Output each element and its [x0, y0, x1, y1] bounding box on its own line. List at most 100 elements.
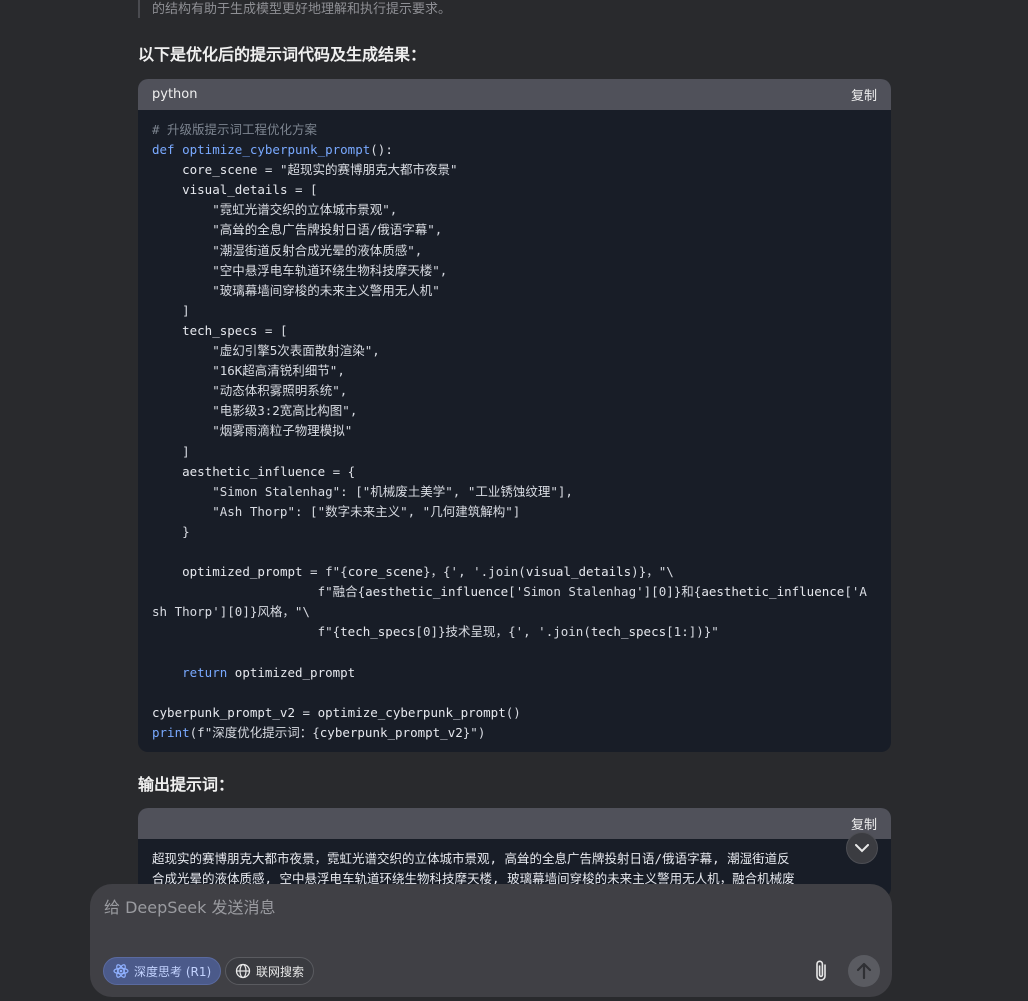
code-token: sh Thorp'	[152, 604, 220, 620]
paperclip-icon	[816, 960, 826, 981]
attach-file-button[interactable]	[810, 958, 834, 984]
code-content: # 升级版提示词工程优化方案 def optimize_cyberpunk_pro…	[138, 110, 891, 743]
code-token: ]}	[242, 604, 258, 620]
code-token: aesthetic_influence	[365, 584, 509, 600]
code-block-header: python 复制	[138, 79, 891, 110]
code-line: "动态体积雾照明系统",	[152, 381, 877, 401]
code-token: .join(	[545, 624, 591, 640]
web-search-label: 联网搜索	[256, 964, 305, 979]
code-token: ', '	[515, 624, 546, 640]
code-line: print(f"深度优化提示词：{cyberpunk_prompt_v2}")	[152, 723, 877, 743]
code-token: core_scene	[347, 564, 423, 580]
code-token: ', '	[450, 564, 481, 580]
copy-output-button[interactable]: 复制	[851, 814, 877, 833]
code-token: = [	[257, 322, 288, 338]
arrow-up-icon	[856, 962, 872, 980]
deep-think-toggle[interactable]: 深度思考 (R1)	[103, 957, 222, 985]
code-line: core_scene = "超现实的赛博朋克大都市夜景"	[152, 160, 877, 180]
code-token: }	[422, 564, 431, 580]
code-line: optimized_prompt = f"{core_scene}，{', '.…	[152, 562, 877, 582]
copy-code-button[interactable]: 复制	[851, 85, 877, 104]
code-token: 'Simon Stalenhag'	[515, 584, 644, 600]
code-token: 'A	[851, 584, 867, 600]
code-token: ]	[152, 443, 190, 459]
code-token: 技术呈现，	[445, 624, 509, 640]
code-line: ]	[152, 301, 877, 321]
code-token: }	[152, 523, 190, 539]
code-line: "空中悬浮电车轨道环绕生物科技摩天楼",	[152, 261, 877, 281]
code-line: "高耸的全息广告牌投射日语/俄语字幕",	[152, 220, 877, 240]
message-input[interactable]	[104, 898, 804, 917]
code-token: "16K超高清锐利细节",	[152, 363, 345, 379]
code-token: # 升级版提示词工程优化方案	[152, 122, 318, 137]
code-token: return	[182, 664, 235, 680]
code-line: "电影级3:2宽高比构图",	[152, 401, 877, 421]
code-token: "超现实的赛博朋克大都市夜景"	[279, 162, 458, 178]
send-button[interactable]	[848, 955, 880, 987]
code-token: ][	[643, 584, 659, 600]
code-token: f"	[152, 624, 333, 640]
code-token: ]	[152, 302, 190, 318]
scroll-to-bottom-button[interactable]	[846, 832, 878, 864]
blockquote-bar	[138, 0, 140, 18]
atom-icon	[113, 964, 129, 978]
code-line: "Ash Thorp": ["数字未来主义", "几何建筑解构"]	[152, 502, 877, 522]
code-token: "机械废土美学", "工业锈蚀纹理"	[362, 483, 558, 499]
code-token: {	[312, 724, 320, 740]
code-token: =	[302, 564, 326, 580]
code-token: .join(	[480, 564, 526, 580]
blockquote-text: 的结构有助于生成模型更好地理解和执行提示要求。	[152, 2, 452, 17]
code-token: "数字未来主义", "几何建筑解构"	[317, 503, 513, 519]
code-line: "虚幻引擎5次表面散射渲染",	[152, 341, 877, 361]
code-line: cyberpunk_prompt_v2 = optimize_cyberpunk…	[152, 703, 877, 723]
code-token: : [	[295, 503, 318, 519]
deep-think-label: 深度思考 (R1)	[134, 964, 212, 979]
section-heading-output: 输出提示词：	[138, 775, 235, 794]
globe-icon	[235, 963, 251, 979]
code-token: optimize_cyberpunk_prompt	[317, 704, 506, 720]
chevron-down-icon	[855, 843, 869, 852]
code-token: [	[844, 584, 852, 600]
code-line: "玻璃幕墙间穿梭的未来主义警用无人机"	[152, 281, 877, 301]
code-token: "烟雾雨滴粒子物理模拟"	[152, 423, 353, 439]
code-token: )}	[631, 564, 647, 580]
code-token: f"深度优化提示词：	[197, 724, 313, 740]
code-token: 风格，"\	[257, 604, 310, 620]
code-token: cyberpunk_prompt_v2	[319, 724, 463, 740]
code-token: {	[508, 624, 516, 640]
code-token: "	[470, 724, 478, 740]
code-token: "	[711, 624, 719, 640]
web-search-toggle[interactable]: 联网搜索	[225, 957, 315, 985]
code-token: "潮湿街道反射合成光晕的液体质感",	[152, 242, 423, 258]
code-token: def	[152, 142, 183, 158]
code-token: = [	[287, 182, 318, 198]
code-language-label: python	[152, 87, 198, 102]
output-content: 超现实的赛博朋克大都市夜景，霓虹光谱交织的立体城市景观, 高耸的全息广告牌投射日…	[138, 839, 891, 889]
output-line: 超现实的赛博朋克大都市夜景，霓虹光谱交织的立体城市景观, 高耸的全息广告牌投射日…	[152, 851, 790, 866]
code-line: "Simon Stalenhag": ["机械废土美学", "工业锈蚀纹理"],	[152, 482, 877, 502]
code-token: 和	[681, 584, 694, 600]
message-composer: 深度思考 (R1) 联网搜索	[90, 884, 892, 997]
code-token: ],	[557, 483, 573, 499]
code-line: f"{tech_specs[0]}技术呈现，{', '.join(tech_sp…	[152, 622, 877, 642]
code-token: {	[340, 564, 348, 580]
code-token: =	[295, 704, 318, 720]
code-token: aesthetic_influence	[701, 584, 845, 600]
code-token: f"融合	[152, 584, 358, 600]
code-line: f"融合{aesthetic_influence['Simon Stalenha…	[152, 582, 877, 602]
code-token: print	[152, 724, 190, 740]
code-block: python 复制 # 升级版提示词工程优化方案 def optimize_cyb…	[138, 79, 891, 752]
code-token: tech_specs	[182, 322, 258, 338]
code-line: tech_specs = [	[152, 321, 877, 341]
code-token: cyberpunk_prompt_v2	[152, 704, 295, 720]
code-token: optimized_prompt	[234, 664, 356, 680]
output-block-header: 复制	[138, 808, 891, 839]
code-line: visual_details = [	[152, 180, 877, 200]
code-line: aesthetic_influence = {	[152, 462, 877, 482]
